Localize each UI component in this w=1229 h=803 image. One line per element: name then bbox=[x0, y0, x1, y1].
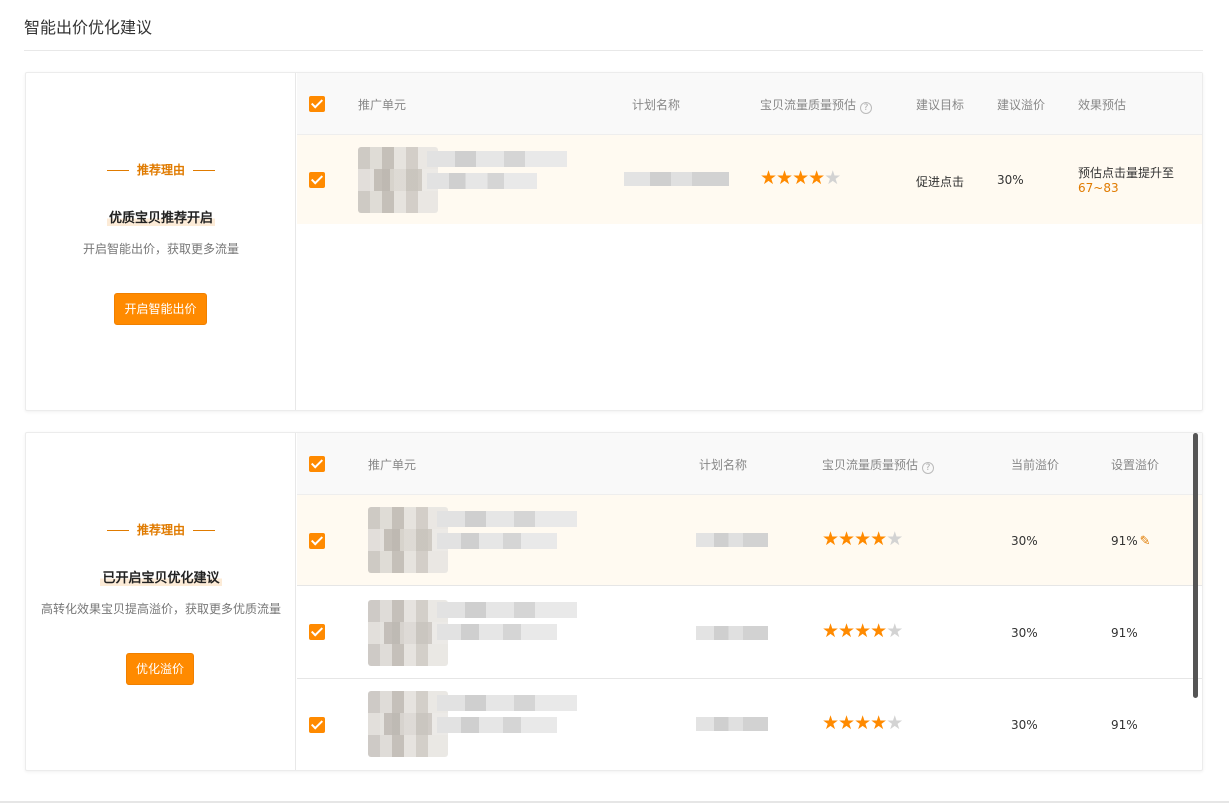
target-value: 促进点击 bbox=[916, 175, 965, 189]
star-icon: ★ bbox=[886, 620, 903, 642]
star-icon: ★ bbox=[824, 167, 841, 189]
reason-panel: 推荐理由 已开启宝贝优化建议 高转化效果宝贝提高溢价，获取更多优质流量 优化溢价 bbox=[26, 433, 296, 770]
reason-tag: 推荐理由 bbox=[26, 521, 296, 538]
question-circle-icon[interactable]: ? bbox=[860, 102, 873, 114]
col-effect: 效果预估 bbox=[1078, 98, 1127, 112]
table-row: ★★★★★ 30% 91% ✎ bbox=[297, 495, 1202, 586]
row-checkbox[interactable] bbox=[309, 533, 325, 549]
optimize-table: 推广单元 计划名称 宝贝流量质量预估? 当前溢价 设置溢价 ★★★★★ 30% … bbox=[297, 433, 1202, 770]
set-premium: 91% bbox=[1111, 626, 1138, 640]
col-unit: 推广单元 bbox=[358, 98, 407, 112]
current-premium: 30% bbox=[1011, 626, 1038, 640]
reason-title: 已开启宝贝优化建议 bbox=[26, 567, 296, 586]
star-icon: ★ bbox=[838, 528, 855, 550]
star-icon: ★ bbox=[838, 620, 855, 642]
unit-name bbox=[437, 511, 577, 527]
row-checkbox[interactable] bbox=[309, 172, 325, 188]
page-title: 智能出价优化建议 bbox=[24, 18, 153, 37]
current-premium: 30% bbox=[1011, 718, 1038, 732]
col-current-premium: 当前溢价 bbox=[1011, 458, 1060, 472]
plan-name bbox=[696, 626, 768, 640]
star-icon: ★ bbox=[822, 712, 839, 734]
product-thumbnail bbox=[368, 600, 448, 666]
quality-stars: ★★★★★ bbox=[760, 167, 841, 189]
smart-bid-card: 推荐理由 优质宝贝推荐开启 开启智能出价，获取更多流量 开启智能出价 推广单元 … bbox=[25, 72, 1203, 411]
title-divider bbox=[24, 50, 1203, 51]
col-target: 建议目标 bbox=[916, 98, 965, 112]
optimize-premium-button[interactable]: 优化溢价 bbox=[126, 653, 194, 685]
reason-title: 优质宝贝推荐开启 bbox=[26, 207, 296, 226]
table-header: 推广单元 计划名称 宝贝流量质量预估? 当前溢价 设置溢价 bbox=[297, 433, 1202, 495]
smart-bid-table: 推广单元 计划名称 宝贝流量质量预估? 建议目标 建议溢价 效果预估 ★★★★★… bbox=[297, 73, 1202, 410]
col-set-premium: 设置溢价 bbox=[1111, 458, 1160, 472]
unit-name-line2 bbox=[437, 533, 557, 549]
reason-desc: 高转化效果宝贝提高溢价，获取更多优质流量 bbox=[40, 602, 281, 616]
quality-stars: ★★★★★ bbox=[822, 528, 903, 550]
star-icon: ★ bbox=[822, 620, 839, 642]
col-plan: 计划名称 bbox=[632, 98, 681, 112]
optimize-premium-card: 推荐理由 已开启宝贝优化建议 高转化效果宝贝提高溢价，获取更多优质流量 优化溢价… bbox=[25, 432, 1203, 771]
col-quality: 宝贝流量质量预估? bbox=[760, 96, 873, 114]
star-icon: ★ bbox=[838, 712, 855, 734]
star-icon: ★ bbox=[854, 712, 871, 734]
star-icon: ★ bbox=[776, 167, 793, 189]
enable-smart-bid-button[interactable]: 开启智能出价 bbox=[114, 293, 207, 325]
table-row: ★★★★★ 30% 91% bbox=[297, 679, 1202, 770]
unit-name bbox=[427, 151, 567, 167]
plan-name bbox=[696, 717, 768, 731]
row-checkbox[interactable] bbox=[309, 717, 325, 733]
table-row: ★★★★★ 促进点击 30% 预估点击量提升至 67~83 bbox=[297, 135, 1202, 224]
row-checkbox[interactable] bbox=[309, 624, 325, 640]
unit-name-line2 bbox=[437, 624, 557, 640]
star-icon: ★ bbox=[870, 528, 887, 550]
set-premium: 91% ✎ bbox=[1111, 534, 1151, 549]
unit-name bbox=[437, 602, 577, 618]
star-icon: ★ bbox=[808, 167, 825, 189]
reason-panel: 推荐理由 优质宝贝推荐开启 开启智能出价，获取更多流量 开启智能出价 bbox=[26, 73, 296, 410]
reason-desc: 开启智能出价，获取更多流量 bbox=[82, 242, 239, 256]
vertical-scrollbar[interactable] bbox=[1193, 433, 1198, 698]
star-icon: ★ bbox=[886, 528, 903, 550]
product-thumbnail bbox=[358, 147, 438, 213]
star-icon: ★ bbox=[870, 712, 887, 734]
col-quality: 宝贝流量质量预估? bbox=[822, 456, 935, 474]
set-premium: 91% bbox=[1111, 718, 1138, 732]
plan-name bbox=[624, 172, 729, 186]
star-icon: ★ bbox=[870, 620, 887, 642]
star-icon: ★ bbox=[886, 712, 903, 734]
star-icon: ★ bbox=[854, 528, 871, 550]
effect-value: 67~83 bbox=[1078, 181, 1119, 195]
pencil-icon[interactable]: ✎ bbox=[1140, 534, 1151, 549]
unit-name bbox=[437, 695, 577, 711]
col-unit: 推广单元 bbox=[368, 458, 417, 472]
plan-name bbox=[696, 533, 768, 547]
star-icon: ★ bbox=[760, 167, 777, 189]
col-plan: 计划名称 bbox=[699, 458, 748, 472]
star-icon: ★ bbox=[822, 528, 839, 550]
table-row: ★★★★★ 30% 91% bbox=[297, 586, 1202, 679]
star-icon: ★ bbox=[854, 620, 871, 642]
select-all-checkbox[interactable] bbox=[309, 456, 325, 472]
product-thumbnail bbox=[368, 691, 448, 757]
product-thumbnail bbox=[368, 507, 448, 573]
star-icon: ★ bbox=[792, 167, 809, 189]
page: 智能出价优化建议 推荐理由 优质宝贝推荐开启 开启智能出价，获取更多流量 开启智… bbox=[0, 0, 1229, 803]
effect-label: 预估点击量提升至 bbox=[1078, 166, 1175, 180]
reason-tag: 推荐理由 bbox=[26, 161, 296, 178]
premium-value: 30% bbox=[997, 173, 1024, 187]
quality-stars: ★★★★★ bbox=[822, 712, 903, 734]
quality-stars: ★★★★★ bbox=[822, 620, 903, 642]
table-header: 推广单元 计划名称 宝贝流量质量预估? 建议目标 建议溢价 效果预估 bbox=[297, 73, 1202, 135]
current-premium: 30% bbox=[1011, 534, 1038, 548]
unit-name-line2 bbox=[427, 173, 537, 189]
col-premium: 建议溢价 bbox=[997, 98, 1046, 112]
select-all-checkbox[interactable] bbox=[309, 96, 325, 112]
question-circle-icon[interactable]: ? bbox=[922, 462, 935, 474]
unit-name-line2 bbox=[437, 717, 557, 733]
